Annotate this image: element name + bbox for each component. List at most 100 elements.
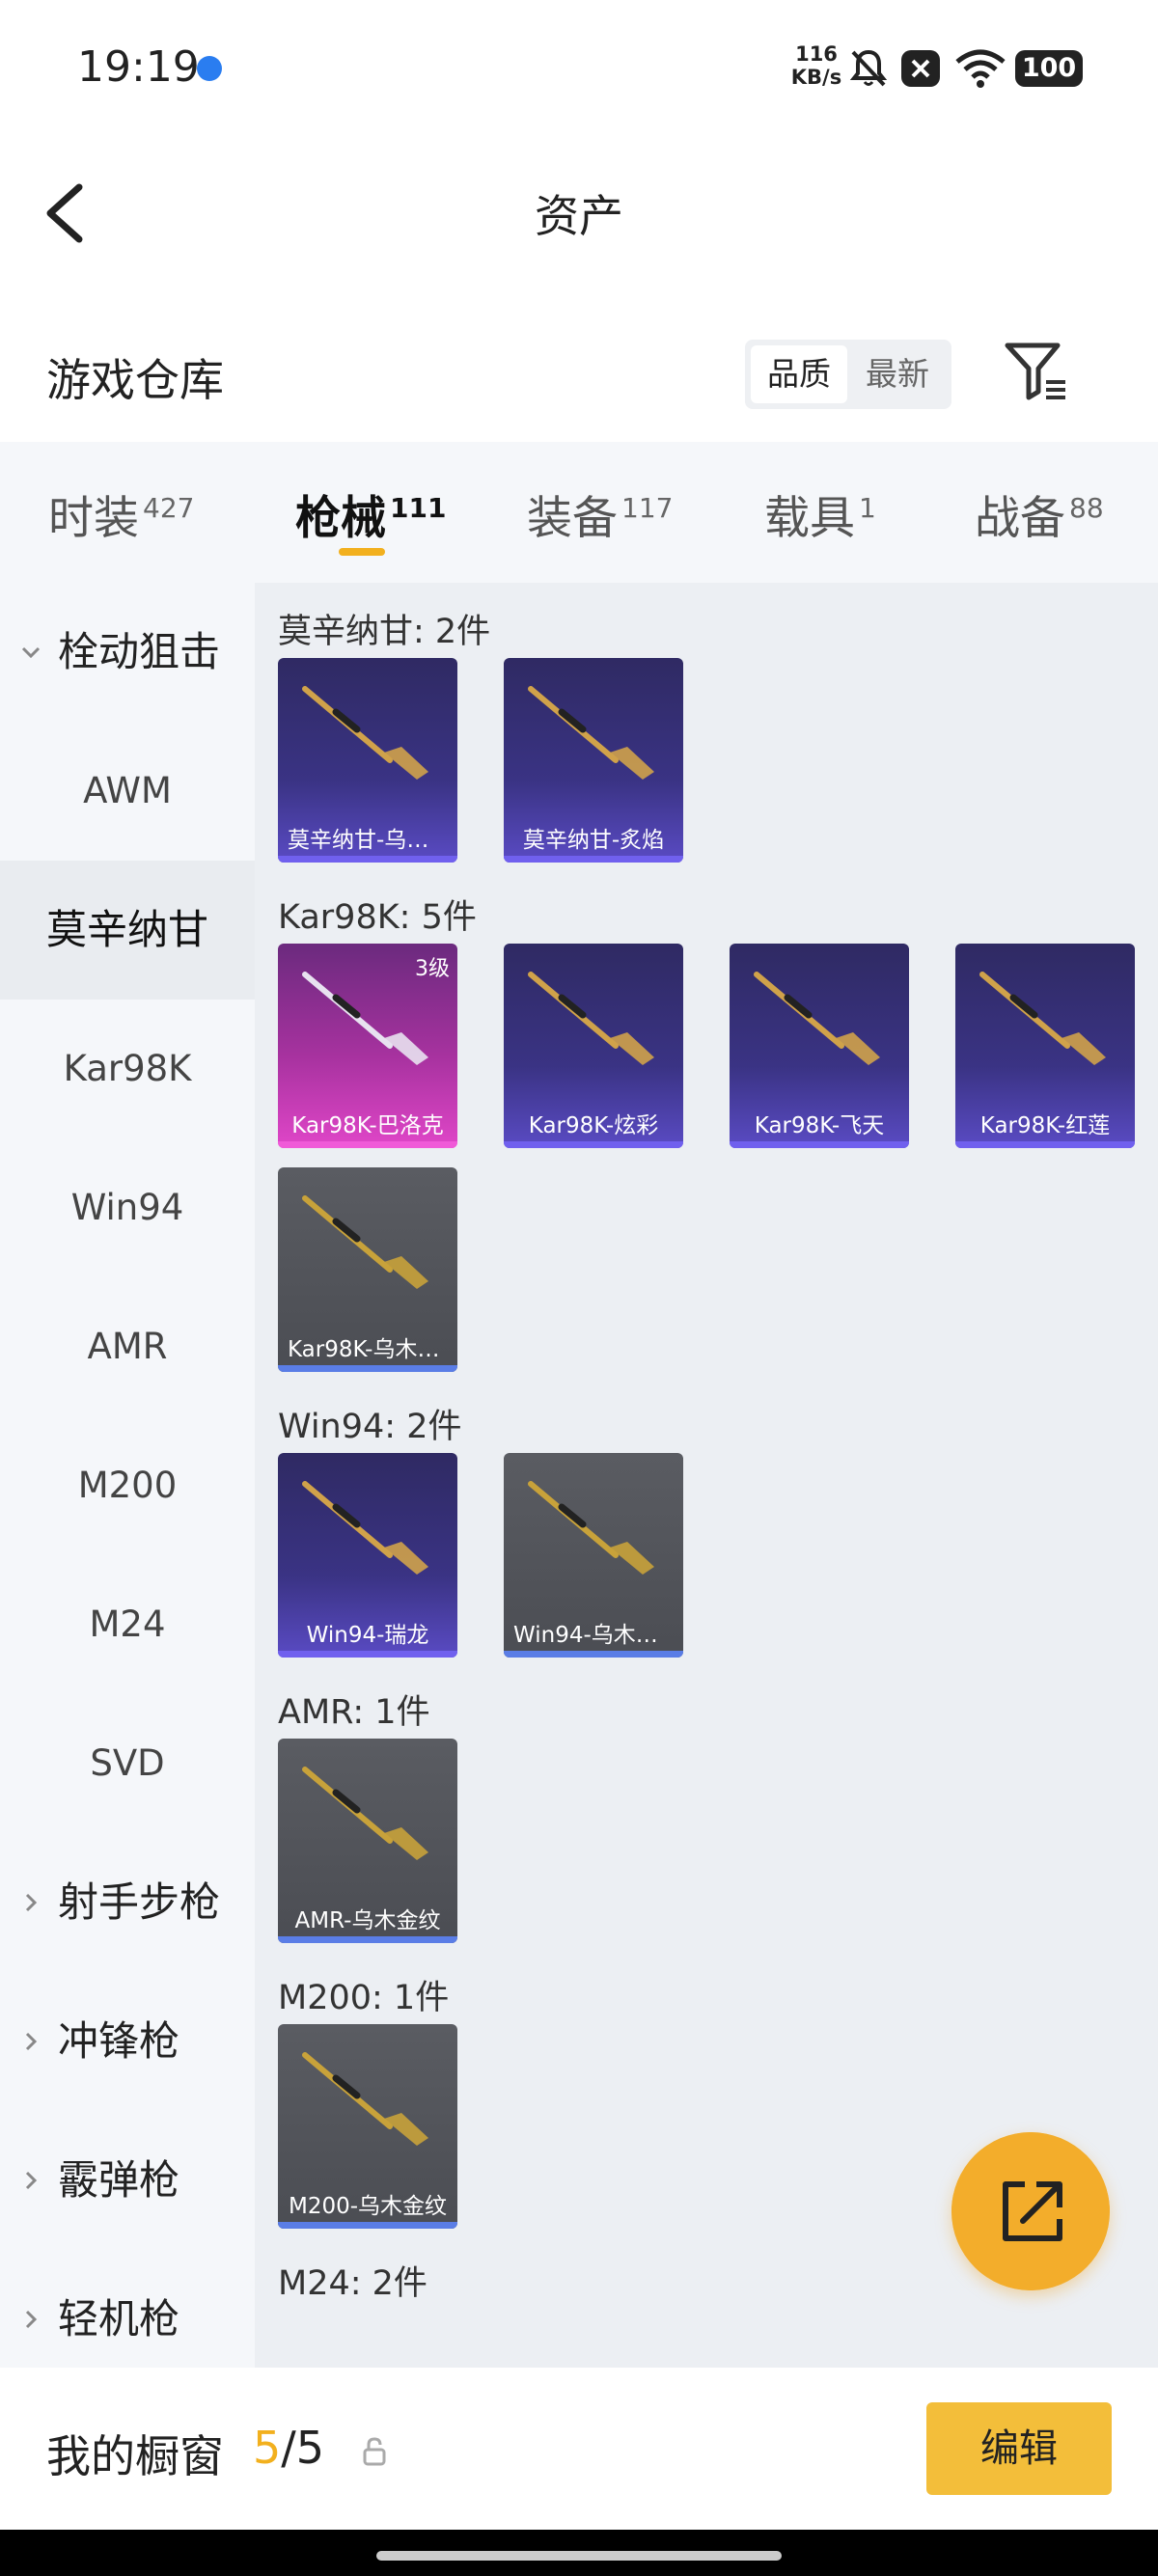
- sidebar-item-mosin-nagant[interactable]: 莫辛纳甘: [0, 861, 255, 1000]
- sidebar-item-label: AMR: [87, 1326, 168, 1367]
- home-indicator[interactable]: [376, 2551, 782, 2561]
- lock-icon: [363, 2437, 386, 2466]
- weapon-skin-name: Kar98K-飞天: [754, 1113, 885, 1138]
- net-speed-value: 116: [795, 42, 838, 66]
- weapon-skin-card[interactable]: 莫辛纳甘-炙焰: [504, 658, 683, 863]
- browser-icon: [197, 56, 222, 81]
- share-button[interactable]: [951, 2132, 1110, 2290]
- group-title: Kar98K: 5件: [278, 898, 477, 937]
- weapon-skin-card[interactable]: Kar98K-炫彩: [504, 944, 683, 1148]
- mute-icon: [849, 49, 888, 87]
- weapon-skin-name: Kar98K-乌木金纹: [288, 1337, 457, 1362]
- active-tab-indicator: [339, 548, 385, 556]
- rarity-bar: [278, 1141, 457, 1148]
- showcase-bar: 我的橱窗 5/5 编辑: [0, 2368, 1158, 2530]
- sidebar-item-label: 冲锋枪: [58, 2017, 180, 2065]
- group-title: 莫辛纳甘: 2件: [278, 613, 491, 651]
- weapon-skin-card[interactable]: 3级 Kar98K-巴洛克: [278, 944, 457, 1148]
- weapon-grid: 莫辛纳甘: 2件莫辛纳甘-乌木金纹 莫辛纳甘-炙焰 Kar98K: 5件 3级 Kar9…: [255, 583, 1158, 2368]
- sidebar-item-bolt-action-snipers[interactable]: 栓动狙击: [0, 583, 255, 722]
- weapon-skin-card[interactable]: M200-乌木金纹: [278, 2024, 457, 2229]
- showcase-count: 5/5: [253, 2422, 324, 2474]
- sidebar-item-shotguns[interactable]: 霰弹枪: [0, 2111, 255, 2250]
- weapon-skin-card[interactable]: Win94-乌木金纹: [504, 1453, 683, 1658]
- sidebar-item-awm[interactable]: AWM: [0, 722, 255, 861]
- warehouse-section: 游戏仓库 品质 最新: [0, 318, 1158, 425]
- sidebar-item-label: 霰弹枪: [58, 2156, 180, 2204]
- weapon-skin-card[interactable]: Kar98K-红莲: [955, 944, 1135, 1148]
- category-tabs: 时装 427 枪械 111 装备 117 载具 1 战备 88: [0, 442, 1158, 583]
- tab-equipment[interactable]: 装备 117: [527, 480, 673, 547]
- weapon-skin-name: Kar98K-红莲: [979, 1113, 1111, 1138]
- filter-icon[interactable]: [1004, 342, 1069, 403]
- tab-label: 载具: [764, 492, 855, 545]
- status-icons: 100: [849, 48, 1083, 93]
- sort-quality-button[interactable]: 品质: [751, 345, 847, 403]
- sidebar-item-label: 莫辛纳甘: [45, 906, 208, 953]
- weapon-skin-name: Win94-瑞龙: [306, 1623, 429, 1648]
- sidebar-item-win94[interactable]: Win94: [0, 1138, 255, 1277]
- rifle-icon: [302, 1195, 428, 1289]
- net-speed-unit: KB/s: [790, 66, 842, 89]
- tab-count: 427: [143, 492, 195, 525]
- tab-vehicles[interactable]: 载具 1: [764, 480, 876, 547]
- sidebar-item-marksman-rifles[interactable]: 射手步枪: [0, 1833, 255, 1972]
- tab-fashion[interactable]: 时装 427: [48, 480, 194, 547]
- weapon-skin-card[interactable]: Kar98K-乌木金纹: [278, 1167, 457, 1372]
- rarity-bar: [278, 1651, 457, 1658]
- rifle-icon: [528, 686, 654, 780]
- tab-battle-supplies[interactable]: 战备 88: [975, 480, 1104, 547]
- wifi-icon: [955, 49, 1006, 88]
- showcase-label: 我的橱窗: [46, 2430, 224, 2482]
- sidebar-item-svd[interactable]: SVD: [0, 1694, 255, 1833]
- weapon-skin-name: 莫辛纳甘-炙焰: [522, 828, 665, 853]
- chevron-right-icon: [25, 2032, 38, 2051]
- battery-icon: 100: [1015, 50, 1083, 87]
- sidebar-item-label: M24: [89, 1603, 166, 1645]
- sort-newest-button[interactable]: 最新: [849, 345, 946, 403]
- tab-count: 88: [1069, 492, 1104, 525]
- sidebar-item-m200[interactable]: M200: [0, 1416, 255, 1555]
- rifle-icon: [979, 972, 1106, 1065]
- rarity-bar: [278, 1936, 457, 1943]
- rifle-icon: [302, 2052, 428, 2146]
- sidebar-item-amr[interactable]: AMR: [0, 1277, 255, 1416]
- weapon-skin-name: AMR-乌木金纹: [294, 1908, 441, 1933]
- rifle-icon: [302, 1481, 428, 1575]
- sidebar-item-m24[interactable]: M24: [0, 1555, 255, 1694]
- sidebar-item-label: AWM: [83, 770, 172, 811]
- weapon-skin-card[interactable]: AMR-乌木金纹: [278, 1739, 457, 1943]
- weapon-skin-name: Win94-乌木金纹: [513, 1623, 680, 1648]
- weapon-skin-name: Kar98K-巴洛克: [291, 1113, 444, 1138]
- sidebar-item-label: Win94: [70, 1187, 184, 1228]
- net-speed: 116 KB/s: [789, 42, 843, 89]
- rifle-icon: [754, 972, 880, 1065]
- chevron-right-icon: [25, 1893, 38, 1912]
- tab-label: 装备: [527, 492, 618, 545]
- group-title: Win94: 2件: [278, 1408, 462, 1446]
- tab-weapons[interactable]: 枪械 111: [295, 480, 446, 547]
- weapon-skin-card[interactable]: Win94-瑞龙: [278, 1453, 457, 1658]
- group-title: AMR: 1件: [278, 1693, 430, 1732]
- weapon-skin-name: M200-乌木金纹: [288, 2194, 448, 2219]
- weapon-skin-name: Kar98K-炫彩: [528, 1113, 659, 1138]
- rarity-bar: [504, 1651, 683, 1658]
- sidebar-item-smgs[interactable]: 冲锋枪: [0, 1972, 255, 2111]
- page-title: 资产: [535, 190, 623, 242]
- rarity-bar: [504, 1141, 683, 1148]
- sidebar-item-lmgs[interactable]: 轻机枪: [0, 2250, 255, 2368]
- weapon-skin-card[interactable]: 莫辛纳甘-乌木金纹: [278, 658, 457, 863]
- rarity-bar: [278, 2222, 457, 2229]
- rifle-icon: [528, 1481, 654, 1575]
- level-badge: 3级: [415, 957, 450, 981]
- showcase-total: /5: [281, 2422, 325, 2474]
- sidebar-item-label: Kar98K: [63, 1048, 192, 1089]
- tab-label: 战备: [975, 492, 1065, 545]
- weapon-type-sidebar: 栓动狙击 AWM 莫辛纳甘 Kar98K Win94 AMR M200 M24 …: [0, 583, 255, 2368]
- weapon-skin-card[interactable]: Kar98K-飞天: [730, 944, 909, 1148]
- sidebar-item-kar98k[interactable]: Kar98K: [0, 1000, 255, 1138]
- rifle-icon: [302, 686, 428, 780]
- chevron-right-icon: [25, 2310, 38, 2329]
- section-title: 游戏仓库: [46, 354, 224, 406]
- edit-button[interactable]: 编辑: [926, 2402, 1112, 2495]
